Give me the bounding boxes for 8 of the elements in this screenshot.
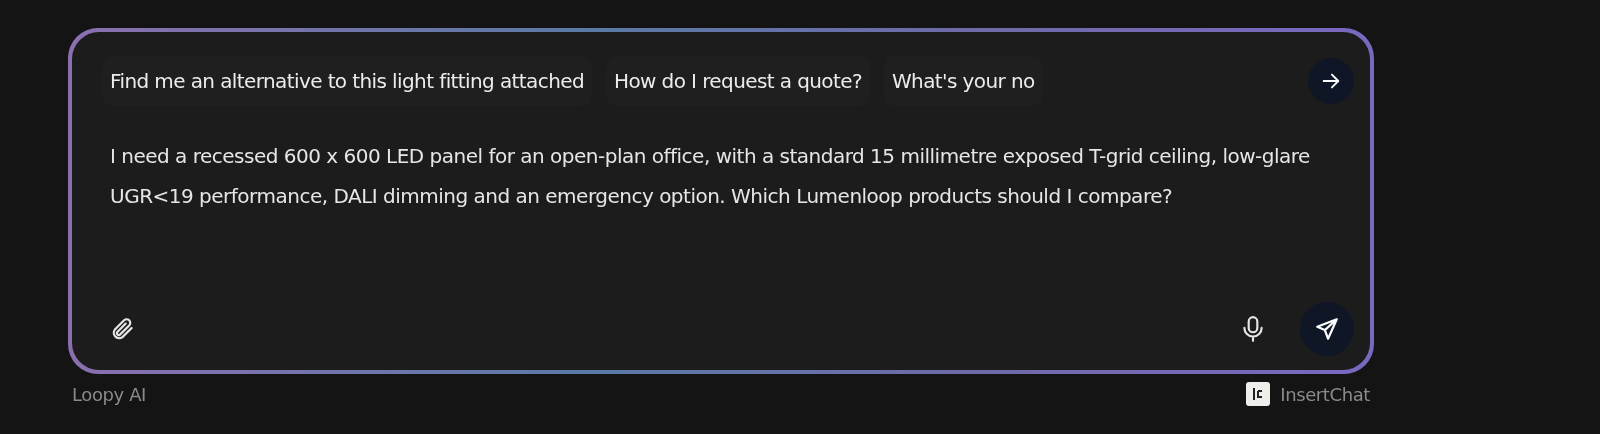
brand-name[interactable]: InsertChat xyxy=(1280,383,1370,405)
logo-icon xyxy=(1246,382,1271,406)
assistant-name: Loopy AI xyxy=(72,383,146,405)
paperclip-icon[interactable] xyxy=(110,316,136,342)
microphone-icon[interactable] xyxy=(1242,315,1264,343)
send-icon xyxy=(1314,316,1340,342)
message-field[interactable]: I need a recessed 600 x 600 LED panel for an open-plan office, with a standard 15 millimetre exposed T-grid ceiling, low-glare UGR<19 performance, DALI dimming and an emergency option. Which Lumenloop products should I compare? xyxy=(110,136,1314,302)
scroll-right-button[interactable] xyxy=(1308,58,1354,104)
